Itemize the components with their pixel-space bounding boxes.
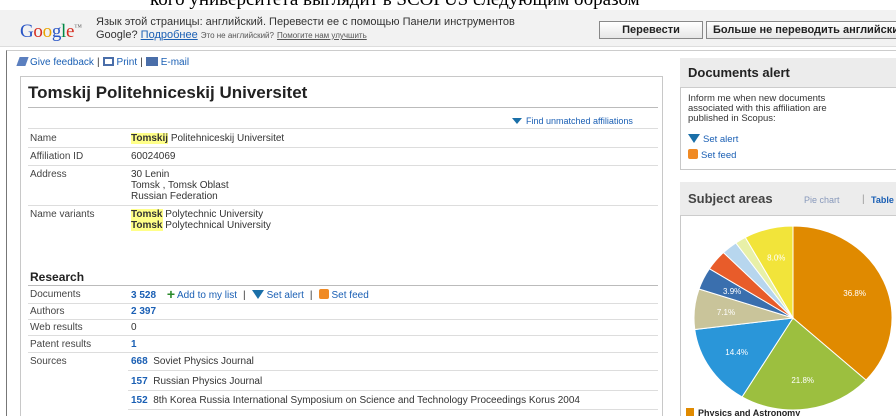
- printer-icon: [102, 57, 114, 66]
- feedback-link[interactable]: Give feedback: [16, 57, 94, 68]
- set-feed-link[interactable]: Set feed: [318, 289, 369, 301]
- pie-slice-label: 8.0%: [767, 253, 785, 262]
- documents-alert-text: Inform me when new documents associated …: [688, 93, 827, 124]
- name-label: Name: [30, 133, 57, 144]
- divider: [28, 147, 658, 148]
- legend-item: Physics and Astronomy: [686, 408, 800, 416]
- pencil-icon: [16, 57, 29, 66]
- alert-icon: [251, 290, 264, 299]
- legend-swatch: [686, 408, 694, 416]
- pie-slice-label: 3.9%: [723, 287, 741, 296]
- divider: [28, 285, 658, 286]
- research-heading: Research: [30, 270, 85, 284]
- page-toolbar: Give feedback | Print | E-mail: [16, 57, 189, 68]
- address-line: 30 Lenin: [131, 169, 170, 180]
- divider: [28, 335, 658, 336]
- affiliation-id-value: 60024069: [131, 151, 176, 162]
- divider: [128, 390, 658, 391]
- documents-row: 3 528 + Add to my list | Set alert | Set feed: [131, 286, 369, 302]
- subject-areas-pie-chart: 36.8% 21.8% 14.4% 7.1% 3.9% 8.0%: [690, 222, 896, 412]
- envelope-icon: [145, 57, 158, 66]
- patent-results-label: Patent results: [30, 339, 92, 350]
- google-logo: Google™: [20, 21, 82, 42]
- source-item[interactable]: 152 8th Korea Russia International Sympo…: [131, 395, 580, 406]
- name-variant: Tomsk Polytechnic University: [131, 209, 264, 220]
- help-improve-link[interactable]: Помогите нам улучшить: [277, 31, 367, 40]
- translate-button[interactable]: Перевести: [599, 21, 703, 39]
- divider: [28, 319, 658, 320]
- email-link[interactable]: E-mail: [145, 57, 189, 68]
- divider: [28, 107, 658, 108]
- divider: [28, 165, 658, 166]
- translate-message-line2: Google? Подробнее Это не английский? Пом…: [96, 29, 367, 41]
- name-value: Tomskij Politehniceskij Universitet: [131, 133, 285, 144]
- affiliation-id-label: Affiliation ID: [30, 151, 84, 162]
- document-caption: кого университета выглядит в SCOPUS след…: [0, 0, 896, 10]
- rss-icon: [318, 289, 329, 299]
- address-label: Address: [30, 169, 67, 180]
- web-results-value: 0: [131, 322, 137, 333]
- table-link[interactable]: Table: [871, 195, 894, 205]
- sources-label: Sources: [30, 356, 67, 367]
- divider: [128, 409, 658, 410]
- alert-set-alert-link[interactable]: Set alert: [688, 134, 738, 145]
- authors-count-link[interactable]: 2 397: [131, 306, 156, 317]
- name-variants-label: Name variants: [30, 209, 95, 220]
- view-separator: |: [862, 194, 865, 205]
- never-translate-button[interactable]: Больше не переводить английски: [706, 21, 896, 39]
- divider: [128, 370, 658, 371]
- pie-slice-label: 21.8%: [791, 376, 814, 385]
- divider: [28, 205, 658, 206]
- subject-areas-title: Subject areas: [688, 191, 773, 206]
- pie-slice-label: 14.4%: [725, 348, 748, 357]
- source-item[interactable]: 668 Soviet Physics Journal: [131, 356, 254, 367]
- plus-icon: +: [166, 286, 175, 302]
- translate-message: Язык этой страницы: английский. Перевест…: [96, 16, 515, 28]
- name-variant: Tomsk Polytechnical University: [131, 220, 271, 231]
- web-results-label: Web results: [30, 322, 83, 333]
- print-link[interactable]: Print: [102, 57, 137, 68]
- add-to-list-link[interactable]: + Add to my list: [159, 286, 237, 302]
- rss-icon: [688, 149, 698, 159]
- triangle-down-icon: [512, 118, 522, 124]
- find-unmatched-link[interactable]: Find unmatched affiliations: [512, 116, 633, 126]
- address-line: Russian Federation: [131, 191, 218, 202]
- page-title: Tomskij Politehniceskij Universitet: [28, 83, 308, 102]
- documents-label: Documents: [30, 289, 81, 300]
- more-info-link[interactable]: Подробнее: [141, 29, 198, 41]
- patent-results-link[interactable]: 1: [131, 339, 137, 350]
- authors-label: Authors: [30, 306, 65, 317]
- source-item[interactable]: 157 Russian Physics Journal: [131, 376, 262, 387]
- translate-bar: Google™ Язык этой страницы: английский. …: [0, 10, 896, 47]
- pie-chart-svg: 36.8% 21.8% 14.4% 7.1% 3.9% 8.0%: [693, 225, 893, 411]
- pie-slice-label: 7.1%: [717, 308, 735, 317]
- alert-set-feed-link[interactable]: Set feed: [688, 149, 736, 161]
- caption-text: кого университета выглядит в SCOPUS след…: [150, 0, 640, 10]
- pie-slice-label: 36.8%: [843, 289, 866, 298]
- divider: [28, 128, 658, 129]
- affiliation-panel: [20, 76, 663, 416]
- documents-count-link[interactable]: 3 528: [131, 290, 156, 301]
- divider: [28, 352, 658, 353]
- address-line: Tomsk , Tomsk Oblast: [131, 180, 229, 191]
- documents-alert-title: Documents alert: [688, 65, 790, 80]
- divider: [28, 303, 658, 304]
- set-alert-link[interactable]: Set alert: [251, 290, 304, 301]
- pie-chart-link[interactable]: Pie chart: [804, 195, 840, 205]
- alert-icon: [688, 134, 700, 143]
